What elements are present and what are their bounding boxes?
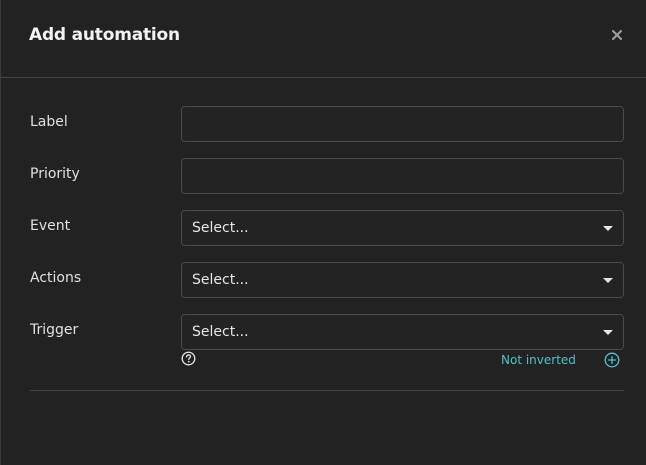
trigger-inversion-toggle[interactable]: Not inverted bbox=[501, 353, 576, 367]
event-select-value: Select... bbox=[192, 220, 249, 236]
trigger-select[interactable]: Select... bbox=[181, 314, 624, 350]
chevron-down-icon bbox=[603, 278, 613, 283]
trigger-select-value: Select... bbox=[192, 324, 249, 340]
form-row-actions: Actions Select... bbox=[1, 262, 646, 298]
chevron-down-icon bbox=[603, 330, 613, 335]
priority-input[interactable] bbox=[181, 158, 624, 194]
label-input[interactable] bbox=[181, 106, 624, 142]
trigger-field-label: Trigger bbox=[30, 322, 79, 338]
close-icon bbox=[612, 30, 622, 40]
modal-header: Add automation bbox=[1, 0, 646, 78]
actions-select-value: Select... bbox=[192, 272, 249, 288]
priority-field-label: Priority bbox=[30, 166, 80, 182]
form-row-priority: Priority bbox=[1, 158, 646, 194]
modal-title: Add automation bbox=[29, 25, 180, 45]
event-field-label: Event bbox=[30, 218, 71, 234]
close-button[interactable] bbox=[608, 26, 626, 44]
event-select[interactable]: Select... bbox=[181, 210, 624, 246]
form-row-trigger: Trigger Select... bbox=[1, 314, 646, 350]
actions-select[interactable]: Select... bbox=[181, 262, 624, 298]
add-automation-modal: Add automation Label Priority Event Sele… bbox=[0, 0, 646, 465]
form-row-label: Label bbox=[1, 106, 646, 142]
label-field-label: Label bbox=[30, 114, 68, 130]
plus-circle-icon[interactable] bbox=[604, 352, 620, 368]
actions-field-label: Actions bbox=[30, 270, 82, 286]
form-row-event: Event Select... bbox=[1, 210, 646, 246]
chevron-down-icon bbox=[603, 226, 613, 231]
question-circle-icon[interactable] bbox=[181, 351, 196, 366]
form-divider bbox=[30, 390, 624, 391]
